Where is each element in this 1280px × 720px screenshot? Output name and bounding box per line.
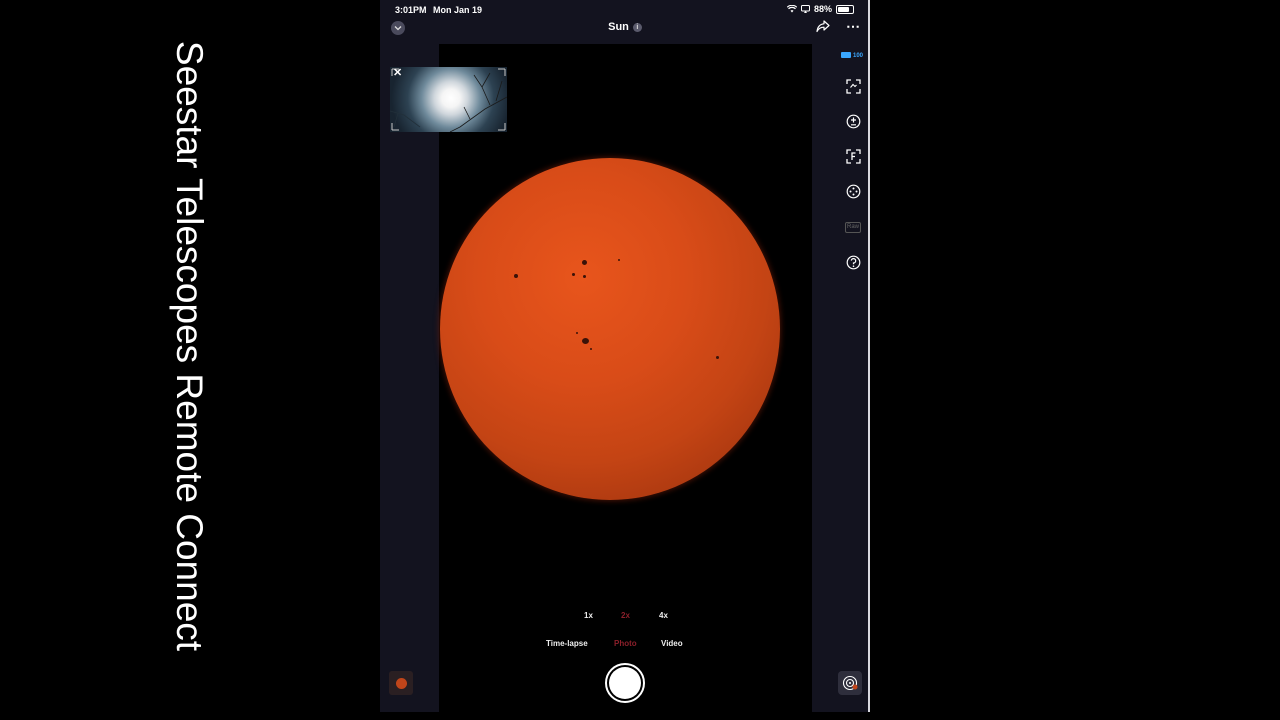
- sunspot: [583, 275, 586, 278]
- gallery-thumbnail[interactable]: [389, 671, 413, 695]
- share-icon[interactable]: [816, 20, 830, 38]
- shutter-button[interactable]: [605, 663, 645, 703]
- side-caption: Seestar Telescopes Remote Connect: [169, 40, 210, 652]
- zoom-1x[interactable]: 1x: [584, 611, 593, 620]
- raw-badge: Raw: [844, 221, 861, 233]
- wide-angle-preview[interactable]: [390, 67, 507, 132]
- sun-disk: [440, 158, 780, 500]
- page-title: Sun: [608, 21, 629, 33]
- mode-video[interactable]: Video: [661, 639, 683, 648]
- mode-timelapse[interactable]: Time-lapse: [546, 639, 588, 648]
- sunspot: [572, 273, 575, 276]
- shutter-inner: [609, 667, 641, 699]
- reframe-icon[interactable]: [844, 77, 862, 95]
- info-icon[interactable]: i: [632, 23, 642, 32]
- crosshair-icon[interactable]: [844, 182, 862, 200]
- zoom-4x[interactable]: 4x: [659, 611, 668, 620]
- close-icon[interactable]: ✕: [393, 66, 402, 79]
- tree-branches-image: [390, 68, 507, 132]
- exposure-icon[interactable]: [844, 112, 862, 130]
- screen-mirror-icon: [800, 5, 810, 13]
- sunspot: [582, 260, 587, 265]
- battery-percent: 88%: [813, 4, 832, 14]
- ipad-edge: [868, 0, 870, 712]
- sunspot: [618, 259, 620, 261]
- raw-icon[interactable]: Raw: [844, 218, 862, 236]
- help-icon[interactable]: [844, 253, 862, 271]
- title-wrap: Sun i: [380, 21, 870, 33]
- status-time: 3:01PM: [395, 5, 427, 15]
- sunspot: [716, 356, 719, 359]
- mode-photo[interactable]: Photo: [614, 639, 637, 648]
- sunspot: [514, 274, 518, 278]
- sunspot: [590, 348, 592, 350]
- target-icon[interactable]: [838, 671, 862, 695]
- wifi-icon: [786, 5, 797, 13]
- sunspot: [582, 338, 589, 344]
- status-date: Mon Jan 19: [433, 5, 483, 15]
- sunspot: [576, 332, 578, 334]
- thumbnail-image: [395, 677, 407, 689]
- zoom-2x[interactable]: 2x: [621, 611, 630, 620]
- nav-bar: Sun i ⋯: [380, 18, 870, 42]
- right-toolbar: Raw: [838, 0, 868, 712]
- focus-icon[interactable]: [844, 147, 862, 165]
- status-bar: 3:01PM Mon Jan 19 88%: [380, 0, 870, 20]
